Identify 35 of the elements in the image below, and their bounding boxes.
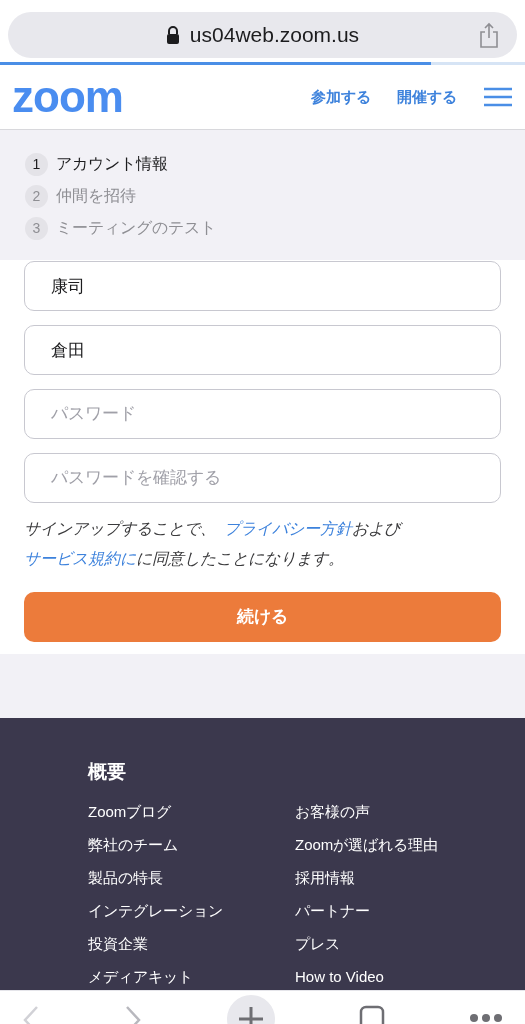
step-number: 1 [25,152,48,176]
step-number: 3 [25,216,48,240]
footer-link[interactable]: メディアキット [88,965,295,988]
agreement-text: サインアップすることで、 プライバシー方針および サービス規約にに同意したことになります。 [24,514,501,574]
step-label: ミーティングのテスト [56,218,216,238]
footer-link[interactable]: パートナー [295,899,502,922]
plus-icon [236,1005,265,1024]
step-label: アカウント情報 [56,154,168,174]
footer-link[interactable]: How to Video [295,965,502,988]
footer-link[interactable]: プレス [295,932,502,955]
privacy-policy-link[interactable]: プライバシー方針 [224,520,352,537]
nav-link[interactable]: 開催する [397,85,457,109]
footer-link[interactable]: Zoomブログ [88,800,295,823]
footer-link[interactable]: Zoomが選ばれる理由 [295,833,502,856]
footer-title: 概要 [88,760,127,784]
footer-link[interactable]: 弊社のチーム [88,833,295,856]
more-icon[interactable] [469,1013,503,1023]
nav-link[interactable]: 参加する [311,85,371,109]
input-field[interactable]: 倉田 [24,325,501,375]
input-field[interactable]: パスワード [24,389,501,439]
menu-icon[interactable] [483,87,513,107]
url-text: us04web.zoom.us [189,22,360,49]
step-number: 2 [25,184,48,208]
terms-link[interactable]: サービス規約に [24,550,136,567]
share-icon[interactable] [479,22,499,48]
footer-link[interactable]: お客様の声 [295,800,502,823]
footer-link[interactable]: 製品の特長 [88,866,295,889]
footer-link[interactable]: 採用情報 [295,866,502,889]
step-label: 仲間を招待 [56,186,136,206]
footer-link[interactable]: インテグレーション [88,899,295,922]
address-bar[interactable]: us04web.zoom.us [8,12,517,58]
footer-link[interactable]: 投資企業 [88,932,295,955]
input-field[interactable]: 康司 [24,261,501,311]
input-field[interactable]: パスワードを確認する [24,453,501,503]
lock-icon [165,26,180,44]
